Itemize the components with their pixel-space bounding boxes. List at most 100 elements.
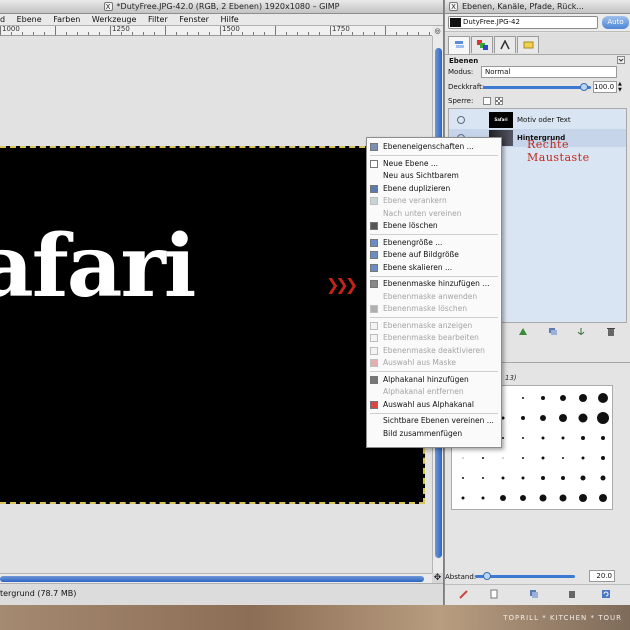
brush-cell[interactable] (533, 488, 553, 508)
opacity-slider[interactable] (483, 83, 591, 91)
context-menu-item-label: Ebene verankern (383, 196, 447, 205)
brush-cell[interactable] (573, 468, 593, 488)
image-selector[interactable]: DutyFree.JPG-42 (448, 16, 598, 29)
lock-alpha-checkbox[interactable] (495, 97, 503, 105)
brush-cell[interactable] (573, 488, 593, 508)
context-menu-item[interactable]: Bild zusammenfügen (367, 428, 501, 440)
brush-cell[interactable] (593, 408, 613, 428)
delete-layer-icon[interactable] (606, 327, 616, 336)
context-menu-item[interactable]: Ebenengröße ... (367, 237, 501, 249)
tab-layers[interactable] (448, 36, 470, 54)
brush-cell[interactable] (513, 488, 533, 508)
trash-icon (370, 222, 378, 230)
brush-cell[interactable] (593, 468, 613, 488)
brush-cell[interactable] (513, 468, 533, 488)
context-menu-item[interactable]: Ebeneneigenschaften ... (367, 141, 501, 153)
horizontal-scroll-thumb[interactable] (0, 576, 424, 582)
brush-cell[interactable] (573, 448, 593, 468)
brush-cell[interactable] (533, 428, 553, 448)
spacing-slider[interactable] (475, 572, 575, 580)
menu-fenster[interactable]: Fenster (179, 15, 209, 24)
brush-cell[interactable] (533, 388, 553, 408)
brush-cell[interactable] (513, 388, 533, 408)
edit-brush-icon[interactable] (459, 589, 469, 599)
brush-cell[interactable] (593, 488, 613, 508)
menu-ebene[interactable]: Ebene (17, 15, 42, 24)
brush-cell[interactable] (553, 448, 573, 468)
lock-pixels-checkbox[interactable] (483, 97, 491, 105)
brush-cell[interactable] (553, 408, 573, 428)
brush-cell[interactable] (513, 428, 533, 448)
context-menu-item[interactable]: Auswahl aus Alphakanal (367, 399, 501, 411)
brush-cell[interactable] (493, 468, 513, 488)
context-menu-item[interactable]: Ebene skalieren ... (367, 262, 501, 274)
brush-cell[interactable] (573, 428, 593, 448)
auto-button[interactable]: Auto (602, 16, 629, 29)
opacity-spinner[interactable]: ▲ ▼ (618, 81, 624, 93)
brush-cell[interactable] (453, 488, 473, 508)
context-menu-item[interactable]: Neu aus Sichtbarem (367, 170, 501, 182)
brush-preview-icon (581, 456, 585, 460)
duplicate-brush-icon[interactable] (529, 589, 539, 599)
new-brush-icon[interactable] (489, 589, 499, 599)
duplicate-icon (370, 184, 378, 193)
brush-cell[interactable] (573, 388, 593, 408)
brush-cell[interactable] (593, 388, 613, 408)
raise-layer-icon[interactable] (518, 327, 528, 336)
brush-cell[interactable] (593, 428, 613, 448)
brush-cell[interactable] (533, 448, 553, 468)
context-menu-item[interactable]: Neue Ebene ... (367, 158, 501, 170)
anchor-icon[interactable] (576, 327, 586, 336)
brush-cell[interactable] (533, 468, 553, 488)
menu-filter[interactable]: Filter (148, 15, 168, 24)
brush-cell[interactable] (533, 408, 553, 428)
delete-brush-icon[interactable] (567, 589, 577, 599)
image-canvas[interactable]: afari (0, 146, 425, 504)
brush-cell[interactable] (473, 468, 493, 488)
tab-undo[interactable] (517, 36, 539, 53)
refresh-brushes-icon[interactable] (601, 589, 611, 599)
context-menu-item[interactable]: Ebene duplizieren (367, 183, 501, 195)
spacing-input[interactable]: 20.0 (589, 570, 615, 582)
opacity-input[interactable]: 100.0 (593, 81, 617, 93)
brush-cell[interactable] (473, 448, 493, 468)
brush-preview-icon (581, 436, 585, 440)
context-menu-item: Auswahl aus Maske (367, 357, 501, 369)
brush-cell[interactable] (553, 488, 573, 508)
tab-channels[interactable] (471, 36, 493, 53)
brush-cell[interactable] (553, 468, 573, 488)
opacity-slider-knob[interactable] (580, 83, 588, 91)
context-menu-item[interactable]: Ebenenmaske hinzufügen ... (367, 278, 501, 290)
context-menu-item[interactable]: Alphakanal hinzufügen (367, 374, 501, 386)
brush-cell[interactable] (493, 448, 513, 468)
window-close-icon[interactable]: ◎ (432, 26, 443, 36)
spacing-slider-knob[interactable] (483, 572, 491, 580)
brush-cell[interactable] (493, 488, 513, 508)
brush-cell[interactable] (573, 408, 593, 428)
context-menu-item[interactable]: Ebene auf Bildgröße (367, 249, 501, 261)
brush-cell[interactable] (453, 448, 473, 468)
brush-cell[interactable] (553, 388, 573, 408)
lock-label: Sperre: (448, 97, 474, 105)
visibility-eye-icon[interactable] (457, 116, 465, 124)
tab-paths[interactable] (494, 36, 516, 53)
menu-werkzeuge[interactable]: Werkzeuge (92, 15, 136, 24)
menu-hilfe[interactable]: Hilfe (221, 15, 239, 24)
mode-dropdown[interactable]: Normal (481, 66, 617, 78)
menu-farben[interactable]: Farben (53, 15, 80, 24)
context-menu-item[interactable]: Ebene löschen (367, 220, 501, 232)
horizontal-scrollbar[interactable] (0, 573, 432, 583)
brush-cell[interactable] (513, 408, 533, 428)
brush-cell[interactable] (513, 448, 533, 468)
duplicate-layer-icon[interactable] (548, 327, 558, 336)
context-menu-item-label: Ebenenmaske hinzufügen ... (383, 279, 490, 288)
brush-cell[interactable] (473, 488, 493, 508)
menu-bild[interactable]: d (0, 15, 5, 24)
brush-cell[interactable] (593, 448, 613, 468)
brush-cell[interactable] (453, 468, 473, 488)
layer-row[interactable]: Safari Motiv oder Text (449, 111, 626, 129)
tab-menu-icon[interactable] (617, 56, 625, 64)
navigate-icon[interactable]: ✥ (432, 573, 443, 583)
brush-cell[interactable] (553, 428, 573, 448)
context-menu-item[interactable]: Sichtbare Ebenen vereinen ... (367, 415, 501, 427)
